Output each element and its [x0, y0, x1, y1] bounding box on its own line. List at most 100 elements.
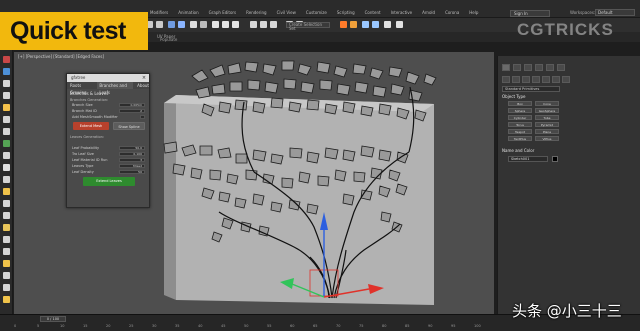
- select-region-icon[interactable]: [200, 21, 207, 28]
- tab-branches-leafs[interactable]: Branches and Leafs: [97, 82, 134, 95]
- select-icon[interactable]: [190, 21, 197, 28]
- extend-mesh-button[interactable]: Extend Mesh: [73, 122, 109, 130]
- cone-button[interactable]: Cone: [535, 101, 559, 106]
- sign-in-dropdown[interactable]: Sign In: [510, 10, 550, 17]
- leaf-density-field[interactable]: 50: [119, 170, 145, 174]
- cameras-icon[interactable]: [532, 76, 540, 83]
- layer-icon[interactable]: [396, 21, 403, 28]
- menu-item[interactable]: Scripting: [337, 10, 355, 15]
- modify-tab-icon[interactable]: [513, 64, 521, 71]
- close-icon[interactable]: ×: [141, 75, 147, 81]
- tool-icon[interactable]: [3, 128, 10, 135]
- tool-icon[interactable]: [3, 284, 10, 291]
- tab-about[interactable]: About: [137, 82, 149, 89]
- leaf-size-field[interactable]: 0.100: [119, 152, 145, 156]
- meshsmooth-checkbox[interactable]: [140, 115, 145, 119]
- tool-icon[interactable]: [3, 188, 10, 195]
- tool-icon[interactable]: [3, 56, 10, 63]
- tool-icon[interactable]: [3, 176, 10, 183]
- torus-button[interactable]: Torus: [508, 122, 532, 127]
- scale-icon[interactable]: [232, 21, 239, 28]
- pyramid-button[interactable]: Pyramid: [535, 122, 559, 127]
- tool-icon[interactable]: [3, 272, 10, 279]
- helpers-icon[interactable]: [542, 76, 550, 83]
- tool-icon[interactable]: [3, 164, 10, 171]
- menu-item[interactable]: Civil View: [277, 10, 296, 15]
- tool-icon[interactable]: [3, 248, 10, 255]
- frame-counter[interactable]: 0 / 100: [40, 316, 66, 322]
- tube-button[interactable]: Tube: [535, 115, 559, 120]
- leaf-material-field[interactable]: 3: [119, 158, 145, 162]
- angle-snap-icon[interactable]: [260, 21, 267, 28]
- geosphere-button[interactable]: GeoSphere: [535, 108, 559, 113]
- tool-icon[interactable]: [3, 92, 10, 99]
- tool-icon[interactable]: [3, 200, 10, 207]
- display-tab-icon[interactable]: [546, 64, 554, 71]
- motion-tab-icon[interactable]: [535, 64, 543, 71]
- render-icon[interactable]: [350, 21, 357, 28]
- sphere-button[interactable]: Sphere: [508, 108, 532, 113]
- shapes-icon[interactable]: [512, 76, 520, 83]
- menu-item[interactable]: Arnold: [422, 10, 435, 15]
- tool-icon[interactable]: [3, 296, 10, 303]
- menu-item[interactable]: Graph Editors: [209, 10, 236, 15]
- viplus-button[interactable]: ViPlus: [535, 136, 559, 141]
- gfxtree-dialog[interactable]: gfxtree × Roots Growing Branches and Lea…: [66, 73, 150, 208]
- systems-icon[interactable]: [562, 76, 570, 83]
- spacewarps-icon[interactable]: [552, 76, 560, 83]
- schematic-view-icon[interactable]: [372, 21, 379, 28]
- textplus-button[interactable]: TextPlus: [508, 136, 532, 141]
- leaves-type-select[interactable]: Mixed: [119, 164, 145, 168]
- teapot-button[interactable]: Teapot: [508, 129, 532, 134]
- object-name-field[interactable]: Sketch001: [508, 156, 548, 162]
- menu-item[interactable]: Content: [365, 10, 381, 15]
- selection-set-dropdown[interactable]: Create Selection Set: [286, 22, 330, 31]
- plane-button[interactable]: Plane: [535, 129, 559, 134]
- tool-icon[interactable]: [3, 260, 10, 267]
- menu-item[interactable]: Corona: [445, 10, 459, 15]
- tool-icon[interactable]: [3, 140, 10, 147]
- workspace-select[interactable]: Default: [595, 9, 635, 16]
- tool-icon[interactable]: [3, 152, 10, 159]
- timeline-ticks[interactable]: 0 5 10 15 20 25 30 35 40 45 50 55 60 65 70 75 80 85 90 95 10…: [14, 324, 494, 331]
- render-setup-icon[interactable]: [340, 21, 347, 28]
- tool-icon[interactable]: [3, 116, 10, 123]
- move-icon[interactable]: [212, 21, 219, 28]
- create-tab-icon[interactable]: [502, 64, 510, 71]
- redo-icon[interactable]: [156, 21, 163, 28]
- object-color-swatch[interactable]: [552, 156, 558, 162]
- material-editor-icon[interactable]: [362, 21, 369, 28]
- geometry-icon[interactable]: [502, 76, 510, 83]
- object-type-rollout[interactable]: Object Type: [502, 94, 526, 99]
- cylinder-button[interactable]: Cylinder: [508, 115, 532, 120]
- leaf-probability-field[interactable]: 50.0: [119, 146, 145, 150]
- menu-item[interactable]: Rendering: [246, 10, 266, 15]
- utilities-tab-icon[interactable]: [557, 64, 565, 71]
- tool-icon[interactable]: [3, 236, 10, 243]
- tool-icon[interactable]: [3, 80, 10, 87]
- menu-item[interactable]: Interactive: [391, 10, 413, 15]
- percent-snap-icon[interactable]: [270, 21, 277, 28]
- perspective-viewport[interactable]: [+] [Perspective] [Standard] [Edged Face…: [14, 52, 494, 314]
- show-spline-button[interactable]: Show Spline: [113, 122, 145, 130]
- menu-item[interactable]: Customize: [306, 10, 327, 15]
- curve-editor-icon[interactable]: [384, 21, 391, 28]
- primitive-type-dropdown[interactable]: Standard Primitives: [502, 86, 560, 92]
- extend-leaves-button[interactable]: Extend Leaves: [83, 177, 135, 186]
- menu-item[interactable]: Animation: [178, 10, 198, 15]
- dialog-title-bar[interactable]: gfxtree ×: [67, 74, 149, 82]
- menu-item[interactable]: Help: [469, 10, 478, 15]
- branch-size-field[interactable]: 0.005m: [119, 103, 145, 107]
- rotate-icon[interactable]: [222, 21, 229, 28]
- branch-mat-id-field[interactable]: 2: [119, 109, 145, 113]
- tool-icon[interactable]: [3, 68, 10, 75]
- box-button[interactable]: Box: [508, 101, 532, 106]
- unlink-icon[interactable]: [178, 21, 185, 28]
- populate-tab[interactable]: Populate: [160, 37, 177, 42]
- snap-icon[interactable]: [250, 21, 257, 28]
- lights-icon[interactable]: [522, 76, 530, 83]
- hierarchy-tab-icon[interactable]: [524, 64, 532, 71]
- name-and-color-rollout[interactable]: Name and Color: [502, 148, 534, 153]
- link-icon[interactable]: [168, 21, 175, 28]
- rollout-branches-leaves[interactable]: Branches & Leaves: [67, 91, 149, 96]
